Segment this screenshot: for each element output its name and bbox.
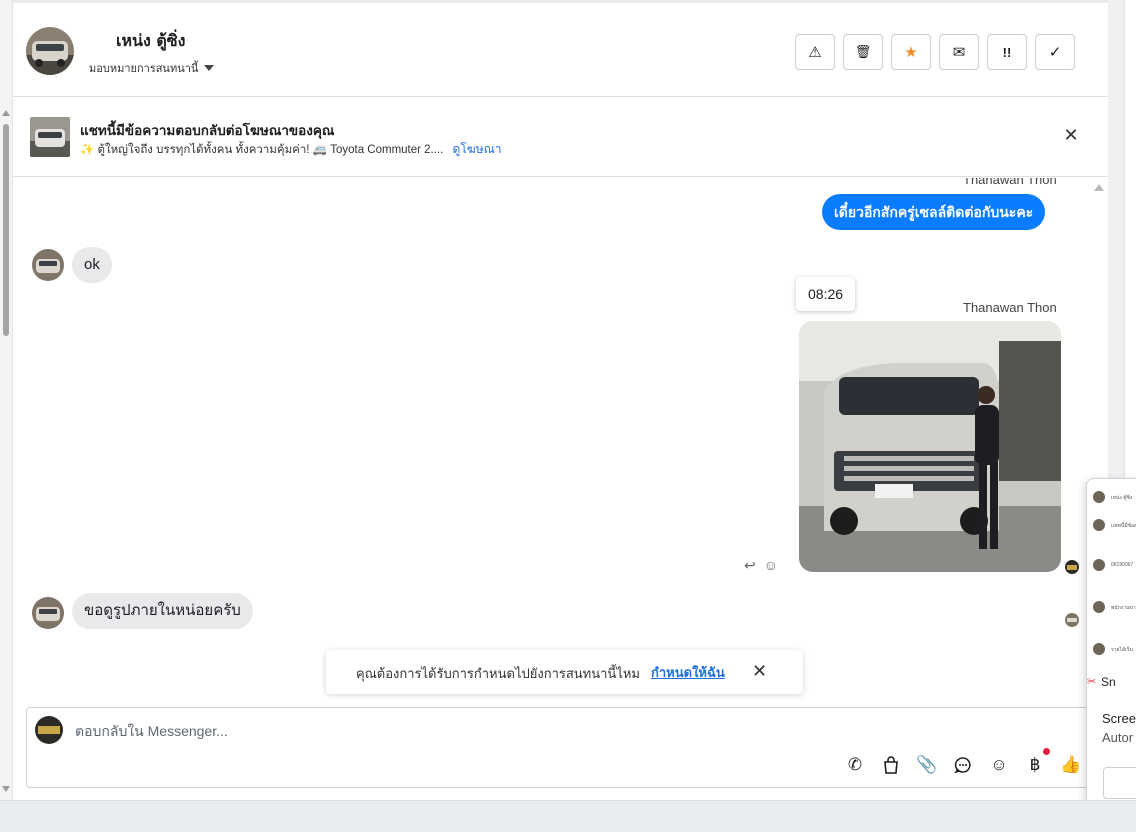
scroll-down-arrow-icon[interactable]	[2, 786, 10, 792]
popup-row: 06190067	[1093, 557, 1136, 577]
message-thread[interactable]: Thanawan Thon เดี๋ยวอีกสักครู่เซลล์ติดต่…	[13, 178, 1108, 703]
taskbar-strip	[0, 800, 1136, 832]
composer-tools: ✆ 📎 ☺ ฿ 👍	[845, 748, 1082, 776]
message-timestamp-tooltip: 08:26	[796, 277, 856, 311]
mark-unread-button[interactable]: ✉	[939, 34, 979, 70]
seen-avatar	[1065, 560, 1079, 574]
mark-spam-button[interactable]: ⚠	[795, 34, 835, 70]
reply-icon[interactable]: ↩	[744, 557, 756, 574]
reply-input[interactable]	[75, 720, 775, 742]
react-smiley-icon[interactable]: ☺	[764, 557, 778, 574]
ad-reply-banner: แชทนี้มีข้อความตอบกลับต่อโฆษณาของคุณ ✨ ต…	[13, 98, 1108, 177]
message-tools: ↩ ☺	[744, 557, 778, 574]
delete-button[interactable]: 🗑	[843, 34, 883, 70]
payment-baht-icon[interactable]: ฿	[1025, 748, 1050, 776]
popup-app-name: Sn	[1101, 675, 1116, 689]
assign-to-me-link[interactable]: กำหนดให้ฉัน	[651, 662, 725, 683]
assign-prompt-toast: คุณต้องการได้รับการกำหนดไปยังการสนทนานี้…	[326, 650, 803, 694]
contact-avatar-small	[32, 597, 64, 629]
popup-subtext: Autor	[1102, 730, 1134, 745]
envelope-open-icon: ✉	[952, 44, 966, 61]
double-exclamation-icon: !!	[1002, 44, 1012, 60]
ad-description-text: ✨ ตู้ใหญ่ใจถึง บรรทุกได้ทั้งคน ทั้งความค…	[80, 144, 444, 156]
assign-dropdown[interactable]: มอบหมายการสนทนานี้	[89, 59, 215, 77]
close-icon[interactable]: ✕	[1062, 126, 1080, 144]
star-icon: ★	[904, 44, 918, 61]
view-ad-link[interactable]: ดูโฆษณา	[453, 142, 502, 156]
scroll-thumb[interactable]	[3, 124, 9, 336]
assign-label: มอบหมายการสนทนานี้	[89, 63, 199, 75]
thumbs-up-icon[interactable]: 👍	[1060, 754, 1081, 776]
saved-reply-icon[interactable]	[953, 754, 973, 776]
ad-thumbnail[interactable]	[30, 117, 70, 157]
follow-up-button[interactable]: !!	[987, 34, 1027, 70]
popup-row: แชทนี้มีข้อค	[1093, 517, 1136, 537]
incoming-message[interactable]: ขอดูรูปภายในหน่อยครับ	[72, 593, 253, 629]
contact-avatar[interactable]	[26, 27, 74, 75]
star-button[interactable]: ★	[891, 34, 931, 70]
call-icon[interactable]: ✆	[845, 754, 865, 776]
close-icon[interactable]: ✕	[752, 662, 767, 680]
message-sender-name: Thanawan Thon	[963, 300, 1057, 315]
warning-icon: ⚠	[808, 44, 822, 61]
incoming-message[interactable]: ok	[72, 247, 112, 283]
chevron-down-icon	[204, 65, 215, 71]
contact-avatar-small	[32, 249, 64, 281]
emoji-icon[interactable]: ☺	[989, 754, 1009, 776]
notification-dot	[1043, 748, 1050, 755]
ad-banner-description: ✨ ตู้ใหญ่ใจถึง บรรทุกได้ทั้งคน ทั้งความค…	[80, 140, 501, 159]
conversation-panel: เหน่ง ตู้ซิ่ง มอบหมายการสนทนานี้ ⚠ 🗑 ★ ✉…	[13, 0, 1108, 800]
thread-scroll-up-icon[interactable]	[1094, 184, 1104, 191]
snipping-tool-icon: ✂	[1087, 676, 1097, 688]
popup-row: รายได้เริ่ม	[1093, 641, 1136, 661]
message-photo[interactable]	[799, 321, 1061, 572]
popup-row: พนักงานขา	[1093, 599, 1136, 619]
checkmark-icon: ✓	[1048, 44, 1062, 61]
page-avatar	[35, 716, 63, 744]
popup-row: เหน่ง ตู้ซิ่ง	[1093, 489, 1136, 509]
conversation-actions: ⚠ 🗑 ★ ✉ !! ✓	[795, 34, 1075, 70]
conversation-header: เหน่ง ตู้ซิ่ง มอบหมายการสนทนานี้ ⚠ 🗑 ★ ✉…	[13, 0, 1108, 97]
outgoing-message[interactable]: เดี๋ยวอีกสักครู่เซลล์ติดต่อกับนะคะ	[822, 194, 1046, 230]
trash-icon: 🗑	[854, 44, 872, 59]
shopping-bag-icon[interactable]	[881, 754, 901, 776]
attachment-icon[interactable]: 📎	[916, 754, 937, 776]
message-sender-name: Thanawan Thon	[963, 178, 1057, 187]
contact-name[interactable]: เหน่ง ตู้ซิ่ง	[116, 29, 185, 54]
scroll-up-arrow-icon[interactable]	[2, 110, 10, 116]
preview-popup[interactable]: เหน่ง ตู้ซิ่ง แชทนี้มีข้อค 06190067 พนัก…	[1086, 478, 1136, 814]
left-scrollbar[interactable]	[0, 0, 13, 800]
assign-prompt-text: คุณต้องการได้รับการกำหนดไปยังการสนทนานี้…	[356, 666, 640, 681]
mark-done-button[interactable]: ✓	[1035, 34, 1075, 70]
ad-banner-title: แชทนี้มีข้อความตอบกลับต่อโฆษณาของคุณ	[80, 123, 335, 138]
popup-heading: Scree	[1102, 711, 1136, 726]
message-composer: ✆ 📎 ☺ ฿ 👍	[26, 707, 1096, 788]
seen-avatar	[1065, 613, 1079, 627]
popup-button[interactable]	[1103, 767, 1136, 799]
